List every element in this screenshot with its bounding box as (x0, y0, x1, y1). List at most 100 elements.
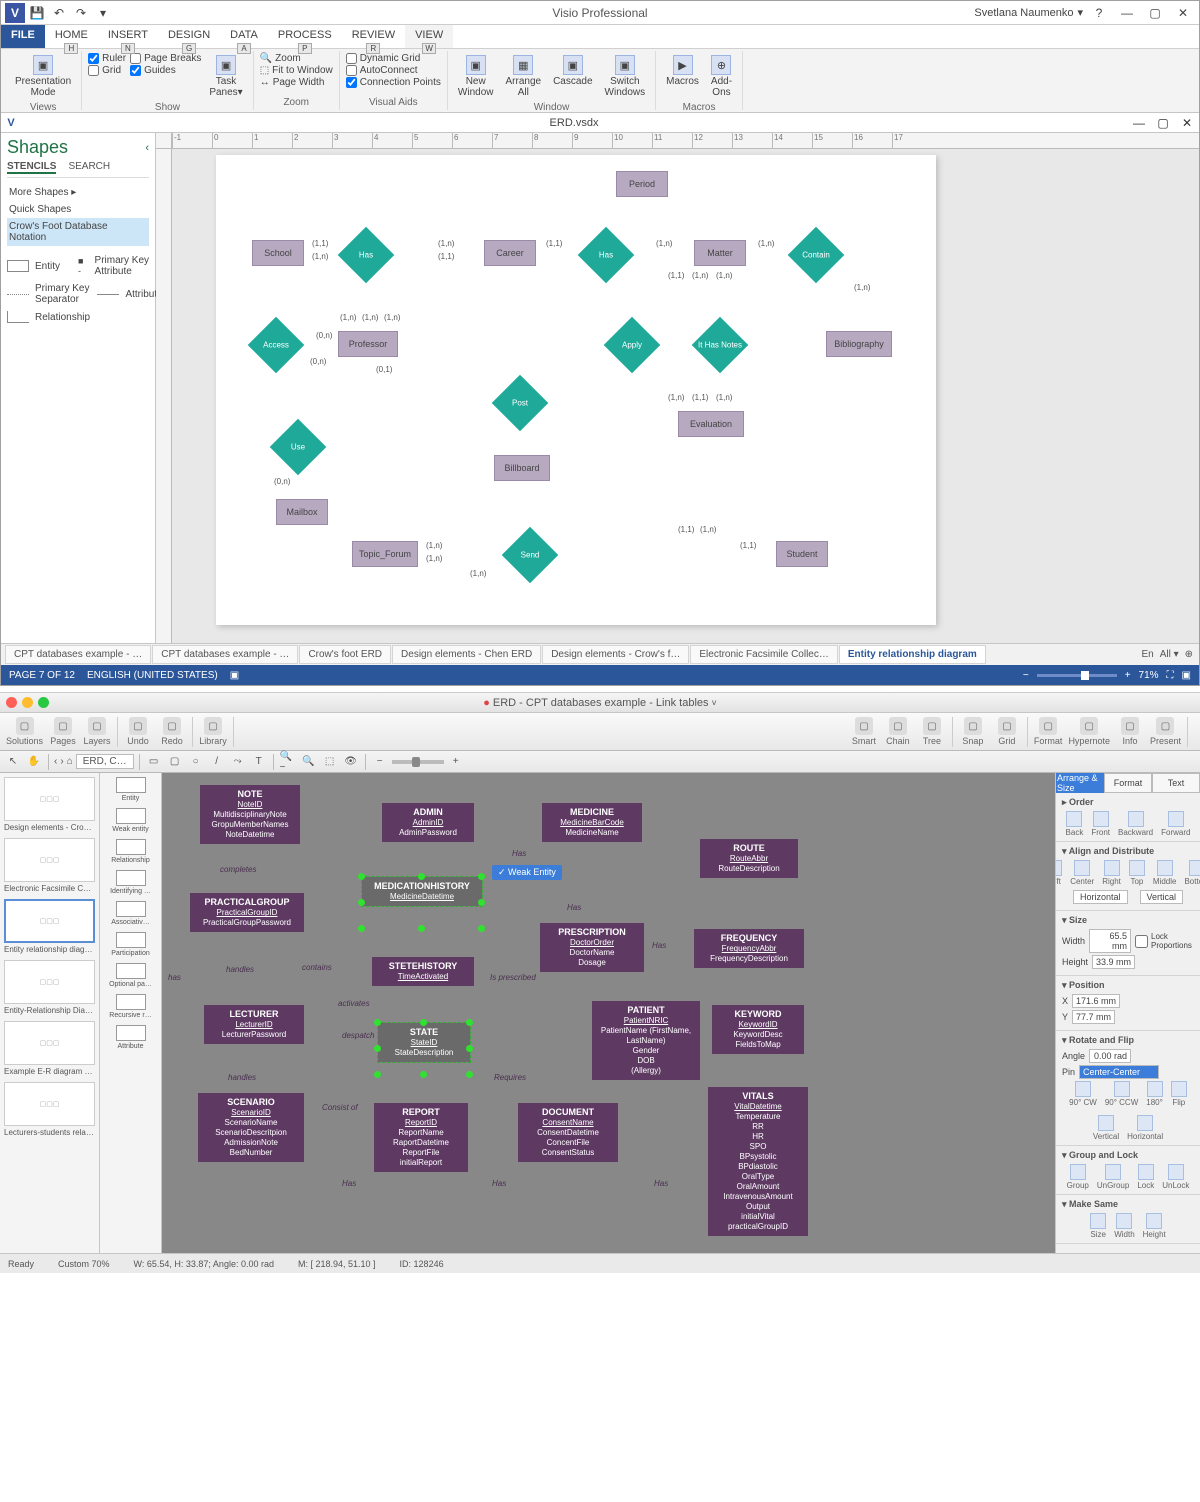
close-icon[interactable]: ✕ (1171, 3, 1195, 23)
ellipse-tool-icon[interactable]: ○ (187, 753, 205, 771)
shapes-collapse-icon[interactable]: ‹ (145, 142, 149, 154)
toolbar-grid-button[interactable]: ▢Grid (993, 717, 1021, 746)
macros-button[interactable]: ▶Macros (662, 53, 703, 89)
toolbar-present-button[interactable]: ▢Present (1150, 717, 1181, 746)
selection-handle[interactable] (478, 925, 485, 932)
toolbar-solutions-button[interactable]: ▢Solutions (6, 717, 43, 746)
stencil-attribute[interactable]: Attribute (97, 280, 162, 308)
selection-handle[interactable] (358, 925, 365, 932)
inspector-90-ccw-button[interactable]: 90° CCW (1105, 1081, 1138, 1107)
connection-points-checkbox[interactable]: Connection Points (346, 77, 441, 88)
entity-school[interactable]: School (252, 240, 304, 266)
quick-shapes-link[interactable]: Quick Shapes (7, 201, 149, 218)
tab-review[interactable]: REVIEWR (342, 25, 405, 48)
zoom-plus-icon[interactable]: + (447, 753, 465, 771)
add-page-icon[interactable]: ⊕ (1185, 649, 1193, 660)
inspector-tab-format[interactable]: Format (1104, 773, 1152, 793)
help-icon[interactable]: ? (1087, 3, 1111, 23)
entity-topic_forum[interactable]: Topic_Forum (352, 541, 418, 567)
page-tab[interactable]: Design elements - Crow's f… (542, 645, 689, 664)
entity-prescription[interactable]: PRESCRIPTIONDoctorOrderDoctorNameDosage (540, 923, 644, 972)
thumbnail[interactable]: ▢▢▢Entity-Relationship Dia… (4, 960, 95, 1015)
inspector-flip-button[interactable]: Flip (1171, 1081, 1187, 1107)
height-field[interactable]: 33.9 mm (1092, 955, 1135, 969)
inspector-height-button[interactable]: Height (1143, 1213, 1166, 1239)
entity-scenario[interactable]: SCENARIOScenarioIDScenarioNameScenarioDe… (198, 1093, 304, 1162)
fullscreen-icon[interactable]: ▣ (1182, 670, 1191, 681)
inspector-top-button[interactable]: Top (1129, 860, 1145, 886)
cd-canvas[interactable]: ✓ Weak Entity NOTENoteIDMultidisciplinar… (162, 773, 1055, 1253)
maximize-icon[interactable]: ▢ (1143, 3, 1167, 23)
zoom-out-icon[interactable]: − (1023, 670, 1029, 681)
selection-handle[interactable] (358, 899, 365, 906)
selection-handle[interactable] (418, 873, 425, 880)
thumbnail[interactable]: ▢▢▢Electronic Facsimile Co… (4, 838, 95, 893)
inspector-group-button[interactable]: Group (1067, 1164, 1089, 1190)
diagram-page[interactable]: PeriodSchoolCareerMatterBibliographyProf… (216, 155, 936, 625)
inspector-forward-button[interactable]: Forward (1161, 811, 1190, 837)
angle-field[interactable]: 0.00 rad (1089, 1049, 1131, 1063)
zoom-minus-icon[interactable]: − (371, 753, 389, 771)
tab-insert[interactable]: INSERTN (98, 25, 158, 48)
selection-handle[interactable] (478, 873, 485, 880)
entity-student[interactable]: Student (776, 541, 828, 567)
toolbar-redo-button[interactable]: ▢Redo (158, 717, 186, 746)
stencil-item[interactable]: Relationship (102, 839, 159, 864)
entity-medicine[interactable]: MEDICINEMedicineBarCodeMedicineName (542, 803, 642, 842)
selection-handle[interactable] (374, 1045, 381, 1052)
tab-process[interactable]: PROCESSP (268, 25, 342, 48)
page-tab[interactable]: Design elements - Chen ERD (392, 645, 541, 664)
entity-career[interactable]: Career (484, 240, 536, 266)
addons-button[interactable]: ⊕Add- Ons (707, 53, 736, 100)
toolbar-library-button[interactable]: ▢Library (199, 717, 227, 746)
selection-handle[interactable] (420, 1019, 427, 1026)
undo-icon[interactable]: ↶ (49, 3, 69, 23)
zoom-icon[interactable] (38, 697, 49, 708)
selection-handle[interactable] (418, 925, 425, 932)
tab-file[interactable]: FILE (1, 25, 45, 48)
tab-home[interactable]: HOMEH (45, 25, 98, 48)
minimize-icon[interactable] (22, 697, 33, 708)
pin-select[interactable]: Center-Center (1079, 1065, 1159, 1079)
save-icon[interactable]: 💾 (27, 3, 47, 23)
breadcrumb[interactable]: ERD, C… (76, 754, 134, 769)
selection-handle[interactable] (466, 1019, 473, 1026)
canvas[interactable]: -101234567891011121314151617 PeriodSchoo… (156, 133, 1199, 643)
fit-page-icon[interactable]: ⛶ (1167, 670, 1174, 681)
inspector-backward-button[interactable]: Backward (1118, 811, 1153, 837)
relation-it_has_notes[interactable]: It Has Notes (700, 325, 740, 365)
rrect-tool-icon[interactable]: ▢ (166, 753, 184, 771)
search-tab[interactable]: SEARCH (68, 161, 110, 174)
vertical-select[interactable]: Vertical (1140, 890, 1184, 904)
thumbnail[interactable]: ▢▢▢Lecturers-students rela… (4, 1082, 95, 1137)
lock-proportions-checkbox[interactable] (1135, 935, 1148, 948)
new-window-button[interactable]: ▣New Window (454, 53, 498, 100)
page-tab[interactable]: Electronic Facsimile Collec… (690, 645, 837, 664)
selection-handle[interactable] (374, 1071, 381, 1078)
zoom-fit-icon[interactable]: ⬚ (321, 753, 339, 771)
entity-patient[interactable]: PATIENTPatientNRICPatientName (FirstName… (592, 1001, 700, 1080)
status-zoom[interactable]: Custom 70% (58, 1259, 110, 1269)
stencil-item[interactable]: Entity (102, 777, 159, 802)
inspector-back-button[interactable]: Back (1066, 811, 1084, 837)
entity-evaluation[interactable]: Evaluation (678, 411, 744, 437)
home-icon[interactable]: ⌂ (67, 756, 73, 767)
toolbar-chain-button[interactable]: ▢Chain (884, 717, 912, 746)
language-indicator[interactable]: ENGLISH (UNITED STATES) (87, 670, 218, 681)
stencil-item[interactable]: Identifying … (102, 870, 159, 895)
toolbar-tree-button[interactable]: ▢Tree (918, 717, 946, 746)
width-field[interactable]: 65.5 mm (1089, 929, 1131, 953)
selection-handle[interactable] (358, 873, 365, 880)
page-tab[interactable]: CPT databases example - … (5, 645, 151, 664)
horizontal-select[interactable]: Horizontal (1073, 890, 1128, 904)
autoconnect-checkbox[interactable]: AutoConnect (346, 65, 441, 76)
zoom-slider[interactable] (1037, 674, 1117, 677)
entity-frequency[interactable]: FREQUENCYFrequencyAbbrFrequencyDescripti… (694, 929, 804, 968)
task-panes-button[interactable]: ▣TaskPanes▾ (205, 53, 246, 100)
tab-data[interactable]: DATAA (220, 25, 268, 48)
connector-tool-icon[interactable]: ⤳ (229, 753, 247, 771)
stencils-tab[interactable]: STENCILS (7, 161, 56, 174)
rect-tool-icon[interactable]: ▭ (145, 753, 163, 771)
zoom-in-icon[interactable]: + (1125, 670, 1131, 681)
cascade-button[interactable]: ▣Cascade (549, 53, 596, 89)
